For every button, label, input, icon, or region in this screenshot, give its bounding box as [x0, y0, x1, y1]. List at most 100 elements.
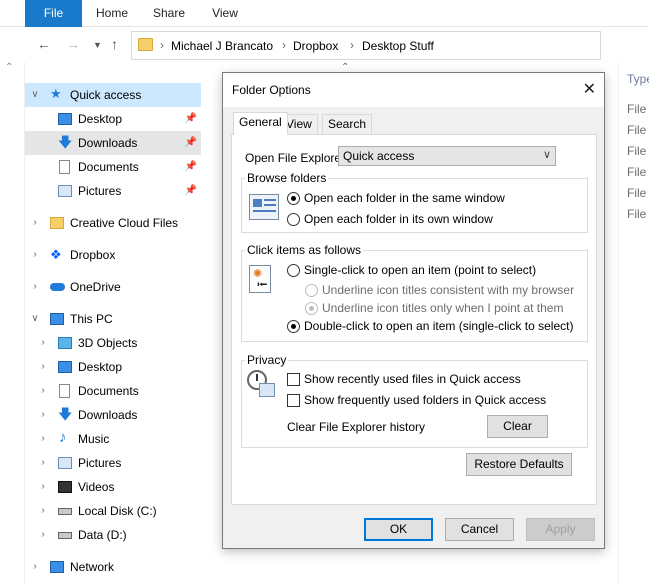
tab-view[interactable]: View: [207, 0, 243, 27]
expand-chevron-icon[interactable]: ∨: [30, 307, 40, 331]
nav-item-local-disk-c[interactable]: › Local Disk (C:): [25, 499, 201, 523]
nav-item-network[interactable]: › Network: [25, 555, 201, 579]
tab-file[interactable]: File: [25, 0, 82, 27]
desktop-icon: [58, 113, 72, 125]
expand-chevron-icon[interactable]: ›: [38, 403, 48, 427]
download-arrow-icon: 🡇: [58, 406, 73, 422]
expand-chevron-icon[interactable]: ›: [38, 379, 48, 403]
nav-item-downloads-pinned[interactable]: 🡇 Downloads 📌: [25, 131, 201, 155]
open-explorer-dropdown[interactable]: Quick access ∨: [338, 146, 556, 166]
nav-item-videos[interactable]: › Videos: [25, 475, 201, 499]
dropdown-value: Quick access: [343, 149, 415, 163]
recent-files-label[interactable]: Show recently used files in Quick access: [304, 372, 521, 386]
forward-arrow-icon[interactable]: →: [66, 36, 80, 52]
expand-chevron-icon[interactable]: ›: [38, 427, 48, 451]
dialog-title-bar[interactable]: Folder Options ✕: [223, 73, 604, 107]
star-icon: ★: [50, 86, 62, 101]
nav-item-label: 3D Objects: [78, 336, 138, 350]
nav-item-pictures[interactable]: › Pictures: [25, 451, 201, 475]
breadcrumb-separator-icon[interactable]: ›: [350, 38, 354, 52]
address-bar[interactable]: › Michael J Brancato › Dropbox › Desktop…: [131, 31, 601, 60]
group-legend: Browse folders: [245, 171, 329, 185]
close-icon[interactable]: ✕: [583, 79, 596, 99]
download-arrow-icon: 🡇: [58, 134, 73, 150]
tab-share[interactable]: Share: [150, 0, 188, 27]
nav-item-desktop[interactable]: › Desktop: [25, 355, 201, 379]
breadcrumb-desktop-stuff[interactable]: Desktop Stuff: [362, 39, 434, 53]
expand-chevron-icon[interactable]: ›: [30, 555, 40, 579]
folder-icon: [138, 38, 153, 51]
option-same-window-label[interactable]: Open each folder in the same window: [304, 191, 505, 205]
breadcrumb-dropbox[interactable]: Dropbox: [293, 39, 338, 53]
nav-item-label: Downloads: [78, 408, 138, 422]
creative-cloud-folder-icon: [50, 217, 64, 229]
radio-own-window[interactable]: [287, 213, 300, 226]
nav-item-quick-access[interactable]: ∨ ★ Quick access: [25, 83, 201, 107]
chevron-up-icon[interactable]: ⌃: [5, 62, 13, 73]
option-own-window-label[interactable]: Open each folder in its own window: [304, 212, 493, 226]
nav-item-documents-pinned[interactable]: Documents 📌: [25, 155, 201, 179]
radio-underline-browser[interactable]: [305, 284, 318, 297]
expand-chevron-icon[interactable]: ›: [38, 475, 48, 499]
nav-item-downloads[interactable]: › 🡇 Downloads: [25, 403, 201, 427]
cancel-button[interactable]: Cancel: [445, 518, 514, 541]
expand-chevron-icon[interactable]: ›: [38, 331, 48, 355]
nav-item-creative-cloud[interactable]: › Creative Cloud Files: [25, 211, 201, 235]
music-note-icon: ♪: [59, 429, 67, 446]
group-legend: Click items as follows: [245, 243, 364, 257]
expand-chevron-icon[interactable]: ∨: [30, 83, 40, 107]
single-click-label[interactable]: Single-click to open an item (point to s…: [304, 263, 536, 277]
nav-item-pictures-pinned[interactable]: Pictures 📌: [25, 179, 201, 203]
nav-item-documents[interactable]: › Documents: [25, 379, 201, 403]
nav-item-desktop-pinned[interactable]: Desktop 📌: [25, 107, 201, 131]
nav-item-label: OneDrive: [70, 280, 121, 294]
pictures-icon: [58, 185, 72, 197]
breadcrumb-separator-icon[interactable]: ›: [282, 38, 286, 52]
radio-double-click[interactable]: [287, 320, 300, 333]
nav-item-label: Data (D:): [78, 528, 127, 542]
nav-item-3d-objects[interactable]: › 3D Objects: [25, 331, 201, 355]
nav-item-music[interactable]: › ♪ Music: [25, 427, 201, 451]
frequent-folders-label[interactable]: Show frequently used folders in Quick ac…: [304, 393, 546, 407]
nav-item-this-pc[interactable]: ∨ This PC: [25, 307, 201, 331]
underline-point-label[interactable]: Underline icon titles only when I point …: [322, 301, 563, 315]
breadcrumb-user[interactable]: Michael J Brancato: [171, 39, 273, 53]
tab-home[interactable]: Home: [92, 0, 132, 27]
apply-button[interactable]: Apply: [526, 518, 595, 541]
radio-same-window[interactable]: [287, 192, 300, 205]
up-arrow-icon[interactable]: ↑: [111, 36, 118, 52]
ok-button[interactable]: OK: [364, 518, 433, 541]
underline-browser-label[interactable]: Underline icon titles consistent with my…: [322, 283, 574, 297]
pin-icon: 📌: [184, 185, 197, 196]
expand-chevron-icon[interactable]: ›: [38, 355, 48, 379]
recent-locations-chevron-icon[interactable]: ▼: [93, 40, 102, 50]
expand-chevron-icon[interactable]: ›: [30, 211, 40, 235]
tab-search[interactable]: Search: [322, 114, 373, 134]
dialog-title: Folder Options: [232, 83, 311, 97]
double-click-label[interactable]: Double-click to open an item (single-cli…: [304, 319, 573, 333]
back-arrow-icon[interactable]: ←: [37, 36, 51, 52]
radio-underline-point[interactable]: [305, 302, 318, 315]
expand-chevron-icon[interactable]: ›: [30, 243, 40, 267]
drive-icon: [58, 508, 72, 515]
checkbox-frequent-folders[interactable]: [287, 394, 300, 407]
column-header-type[interactable]: Type: [627, 72, 649, 86]
tab-general[interactable]: General: [233, 112, 288, 135]
nav-item-data-d[interactable]: › Data (D:): [25, 523, 201, 547]
file-type-cell: File: [627, 165, 647, 179]
expand-chevron-icon[interactable]: ›: [30, 275, 40, 299]
expand-chevron-icon[interactable]: ›: [38, 451, 48, 475]
nav-item-label: This PC: [70, 312, 113, 326]
clear-button[interactable]: Clear: [487, 415, 548, 438]
expand-chevron-icon[interactable]: ›: [38, 523, 48, 547]
radio-single-click[interactable]: [287, 264, 300, 277]
restore-defaults-button[interactable]: Restore Defaults: [466, 453, 572, 476]
nav-item-onedrive[interactable]: › OneDrive: [25, 275, 201, 299]
checkbox-recent-files[interactable]: [287, 373, 300, 386]
breadcrumb-separator-icon[interactable]: ›: [160, 38, 164, 52]
nav-item-dropbox[interactable]: › ❖ Dropbox: [25, 243, 201, 267]
network-icon: [50, 561, 64, 573]
click-pointer-icon: ✺ ⭰: [249, 265, 271, 293]
expand-chevron-icon[interactable]: ›: [38, 499, 48, 523]
file-type-cell: File: [627, 207, 647, 221]
